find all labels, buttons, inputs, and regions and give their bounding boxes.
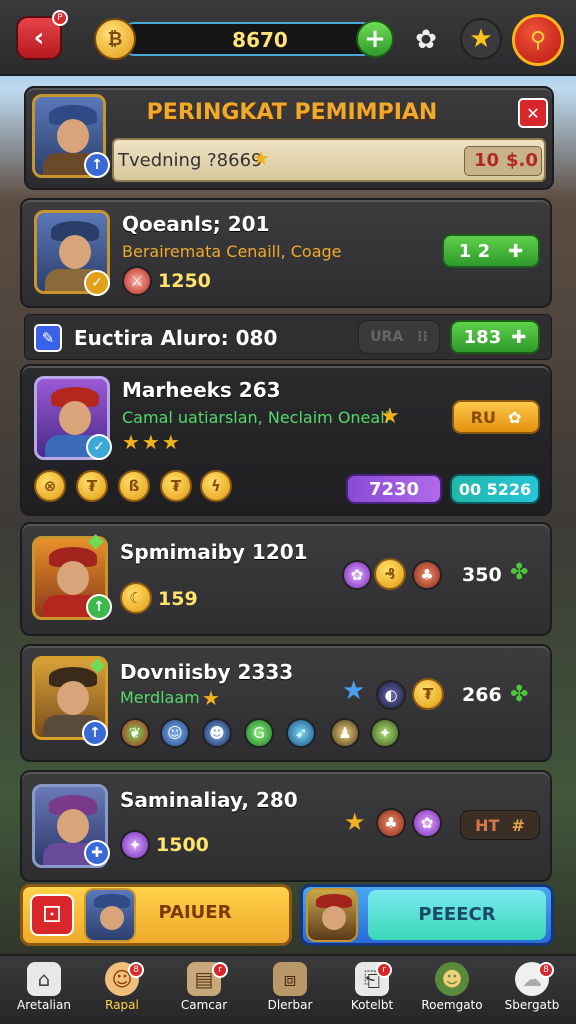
player-1-name: Qoeanls; 201 bbox=[122, 212, 270, 236]
dice-icon: ⚀ bbox=[30, 894, 74, 936]
home-icon: ⌂ bbox=[27, 962, 61, 996]
player-3-score: 159 bbox=[158, 588, 198, 610]
edit-icon[interactable]: ✎ bbox=[34, 324, 62, 352]
player-5-item-icon: ♣ bbox=[376, 808, 406, 838]
player-3-moon-icon: ☾ bbox=[120, 582, 152, 614]
player-4-item-icon: ❦ bbox=[120, 718, 150, 748]
player-4-item-icon: ♟ bbox=[330, 718, 360, 748]
action-right-avatar bbox=[306, 888, 358, 942]
box-icon: ⧈ bbox=[273, 962, 307, 996]
coin-icon: ₿ bbox=[94, 18, 136, 60]
level-up-badge: ↑ bbox=[84, 152, 110, 178]
player-4-rank-badge: ↑ bbox=[82, 720, 108, 746]
player-5-rank-badge: ✚ bbox=[84, 840, 110, 866]
player-3-flower-icon: ✿ bbox=[342, 560, 372, 590]
player-2-coin-icon: ₮ bbox=[160, 470, 192, 502]
nav-notification-dot: r bbox=[376, 962, 392, 978]
player-2-coin-icon: ⊗ bbox=[34, 470, 66, 502]
nav-camcar[interactable]: ▤ Camcar bbox=[166, 958, 242, 1024]
leaderboard-title: PERINGKAT PEMIMPIAN bbox=[146, 100, 438, 125]
player-4-gem-icon: ◆ bbox=[90, 652, 106, 676]
player-2-rating-stars: ★★★ bbox=[122, 430, 182, 454]
nav-home[interactable]: ⌂ Aretalian bbox=[6, 958, 82, 1024]
player-2-cyan-pill[interactable]: 00 5226 bbox=[450, 474, 540, 504]
player-4-coin-icon: ₮ bbox=[412, 678, 444, 710]
player-4-item-icon: ✦ bbox=[370, 718, 400, 748]
notification-dot: P bbox=[52, 10, 68, 26]
nav-notification-dot: 8 bbox=[538, 962, 554, 978]
hero-icon: ☻ bbox=[435, 962, 469, 996]
player-1-sword-icon: ⚔ bbox=[122, 266, 152, 296]
player-3-coin-icon: ₰ bbox=[374, 558, 406, 590]
player-1-subtitle: Berairemata Cenaill, Coage bbox=[122, 242, 342, 261]
player-2-subtitle: Camal uatiarslan, Neclaim Oneali bbox=[122, 408, 390, 427]
player-4-item-icon: ☺ bbox=[160, 718, 190, 748]
player-1-score: 1250 bbox=[158, 270, 211, 292]
player-1-add-button[interactable]: 1 2 ✚ bbox=[442, 234, 540, 268]
player-4-item-icon: ➶ bbox=[286, 718, 316, 748]
player-5-name: Saminaliay, 280 bbox=[120, 788, 298, 812]
nav-kotelbt[interactable]: ⎗ Kotelbt bbox=[334, 958, 410, 1024]
settings-icon[interactable]: ✿ bbox=[408, 22, 444, 58]
player-3-gem-icon: ◆ bbox=[88, 528, 104, 552]
player-2-coin-icon: ß bbox=[118, 470, 150, 502]
event-tag: URA ⁝⁝ bbox=[358, 320, 440, 354]
plus-icon: ✚ bbox=[511, 326, 527, 348]
player-5-flower-icon: ✿ bbox=[412, 808, 442, 838]
player-action-label: PAIUER bbox=[158, 902, 232, 923]
player-5-sparkle-icon: ✦ bbox=[120, 830, 150, 860]
player-4-blue-star-icon: ★ bbox=[342, 676, 366, 706]
clover-icon: ✿ bbox=[507, 407, 522, 427]
close-button[interactable]: ✕ bbox=[518, 98, 548, 128]
player-4-clover-icon[interactable]: ✤ bbox=[510, 682, 528, 707]
player-3-rank-badge: ↑ bbox=[86, 594, 112, 620]
coin-count: 8670 bbox=[232, 28, 288, 52]
star-icon[interactable]: ★ bbox=[460, 18, 502, 60]
player-1-rank-badge: ✓ bbox=[84, 270, 110, 296]
player-4-subtitle: Merdlaam bbox=[120, 688, 200, 707]
player-3-mushroom-icon: ♣ bbox=[412, 560, 442, 590]
player-5-button-label: HT bbox=[475, 815, 500, 835]
player-2-gold-button[interactable]: RU ✿ bbox=[452, 400, 540, 434]
player-4-name: Dovniisby 2333 bbox=[120, 660, 294, 684]
nav-notification-dot: r bbox=[212, 962, 228, 978]
friend-action-label: PEEECR bbox=[418, 904, 496, 925]
subtitle-star-icon: ★ bbox=[252, 146, 270, 170]
player-1-button-label: 1 2 bbox=[458, 240, 491, 262]
player-3-name: Spmimaiby 1201 bbox=[120, 540, 308, 564]
plus-icon: ✚ bbox=[508, 240, 524, 262]
player-5-button[interactable]: HT # bbox=[460, 810, 540, 840]
event-add-button[interactable]: 183 ✚ bbox=[450, 320, 540, 354]
nav-rapal[interactable]: ☺ Rapal bbox=[84, 958, 160, 1024]
player-3-clover-icon[interactable]: ✤ bbox=[510, 560, 528, 585]
player-4-star-icon: ★ bbox=[202, 686, 220, 710]
player-5-star-icon: ★ bbox=[344, 808, 366, 836]
player-2-rank-badge: ✓ bbox=[86, 434, 112, 460]
player-4-item-icon: G bbox=[244, 718, 274, 748]
player-2-star-icon: ★ bbox=[380, 404, 400, 429]
leaderboard-subtitle: Tvedning ?8669 bbox=[118, 150, 263, 171]
nav-dlerbar[interactable]: ⧈ Dlerbar bbox=[252, 958, 328, 1024]
score-b: $.0 bbox=[506, 150, 538, 171]
add-coins-button[interactable]: + bbox=[356, 20, 394, 58]
player-5-score: 1500 bbox=[156, 834, 209, 856]
player-4-item-icon: ☻ bbox=[202, 718, 232, 748]
grid-icon: # bbox=[511, 815, 525, 835]
nav-notification-dot: 8 bbox=[128, 962, 144, 978]
player-2-purple-pill[interactable]: 7230 bbox=[346, 474, 442, 504]
player-2-coin-icon: ₮ bbox=[76, 470, 108, 502]
event-button-label: 183 bbox=[463, 326, 502, 348]
nav-roemgato[interactable]: ☻ Roemgato bbox=[414, 958, 490, 1024]
action-left-avatar bbox=[84, 888, 136, 942]
player-4-points: 266 bbox=[462, 684, 502, 706]
player-2-lightning-icon: ϟ bbox=[200, 470, 232, 502]
nav-sbergatb[interactable]: ☁ Sbergatb bbox=[494, 958, 570, 1024]
search-button[interactable]: ⚲ bbox=[512, 14, 564, 66]
event-label: Euctira Aluro: 080 bbox=[74, 326, 278, 350]
player-2-name: Marheeks 263 bbox=[122, 378, 281, 402]
player-3-points: 350 bbox=[462, 564, 502, 586]
player-2-button-label: RU bbox=[470, 407, 496, 427]
player-4-helmet-icon: ◐ bbox=[376, 680, 406, 710]
score-a: 10 bbox=[474, 150, 500, 171]
